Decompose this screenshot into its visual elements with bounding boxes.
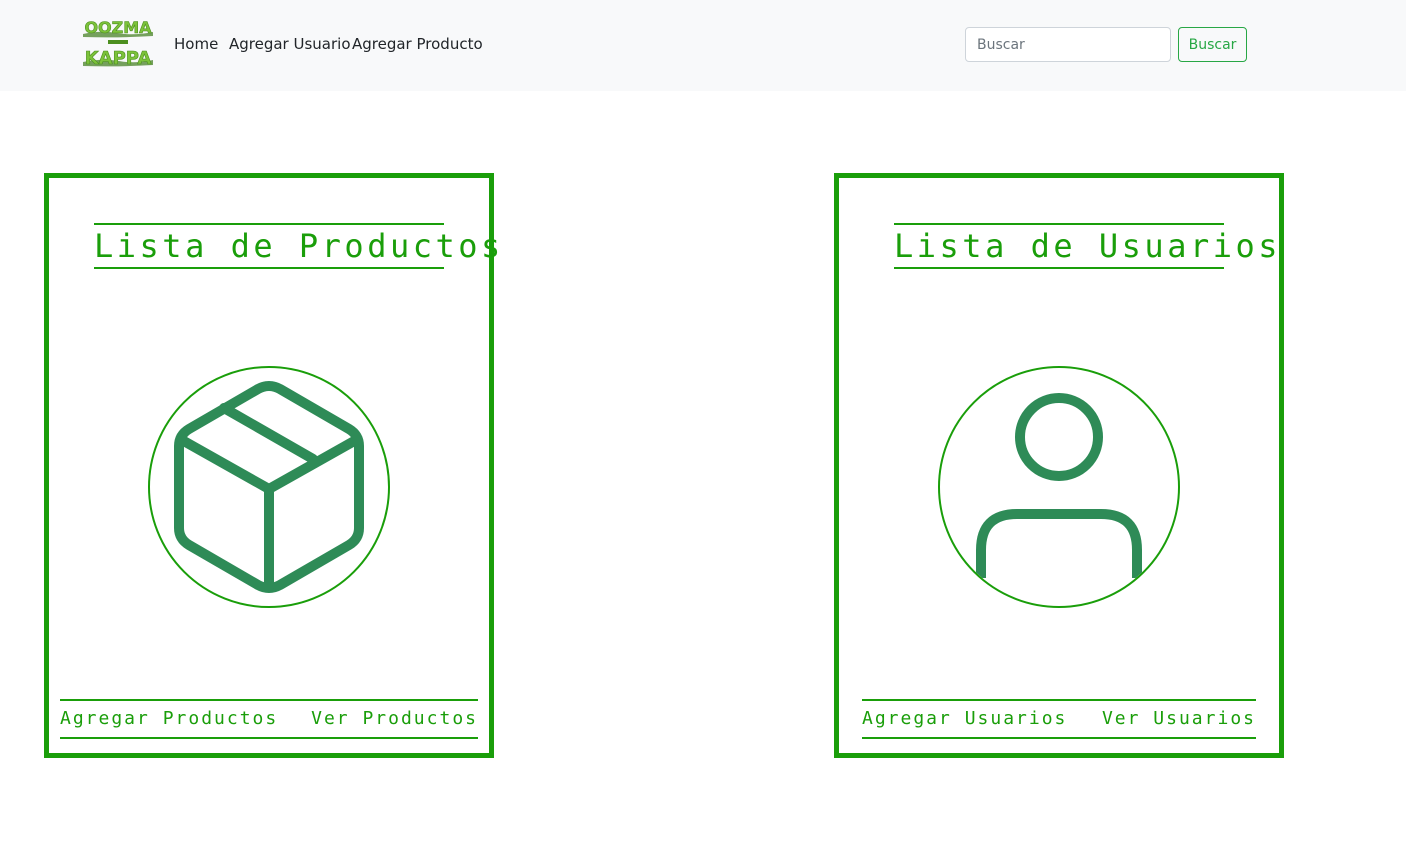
agregar-usuarios-link[interactable]: Agregar Usuarios bbox=[862, 707, 1067, 731]
svg-text:KAPPA: KAPPA bbox=[85, 48, 152, 69]
svg-text:OOZMA: OOZMA bbox=[84, 18, 152, 37]
box-icon bbox=[174, 381, 364, 593]
users-card-footer: Agregar Usuarios Ver Usuarios bbox=[862, 699, 1256, 739]
agregar-productos-link[interactable]: Agregar Productos bbox=[60, 707, 278, 731]
products-card: Lista de Productos Agregar Productos Ver… bbox=[44, 173, 500, 758]
search-input[interactable] bbox=[965, 27, 1171, 62]
navbar: OOZMA KAPPA Home Agregar Usuario Agregar… bbox=[0, 0, 1406, 91]
ver-productos-link[interactable]: Ver Productos bbox=[311, 707, 478, 731]
products-card-footer: Agregar Productos Ver Productos bbox=[60, 699, 478, 739]
ver-usuarios-link[interactable]: Ver Usuarios bbox=[1102, 707, 1256, 731]
brand-logo[interactable]: OOZMA KAPPA bbox=[81, 18, 155, 70]
products-icon-circle bbox=[148, 366, 390, 608]
nav-agregar-producto[interactable]: Agregar Producto bbox=[352, 35, 483, 53]
search-button[interactable]: Buscar bbox=[1178, 27, 1247, 62]
users-card-title: Lista de Usuarios bbox=[894, 223, 1278, 269]
users-icon-circle bbox=[938, 366, 1180, 608]
users-card: Lista de Usuarios Agregar Usuarios Ver U… bbox=[834, 173, 1284, 758]
nav-agregar-usuario[interactable]: Agregar Usuario bbox=[229, 35, 351, 53]
products-card-title: Lista de Productos bbox=[94, 223, 500, 269]
user-icon bbox=[976, 393, 1142, 578]
nav-home[interactable]: Home bbox=[174, 35, 218, 53]
